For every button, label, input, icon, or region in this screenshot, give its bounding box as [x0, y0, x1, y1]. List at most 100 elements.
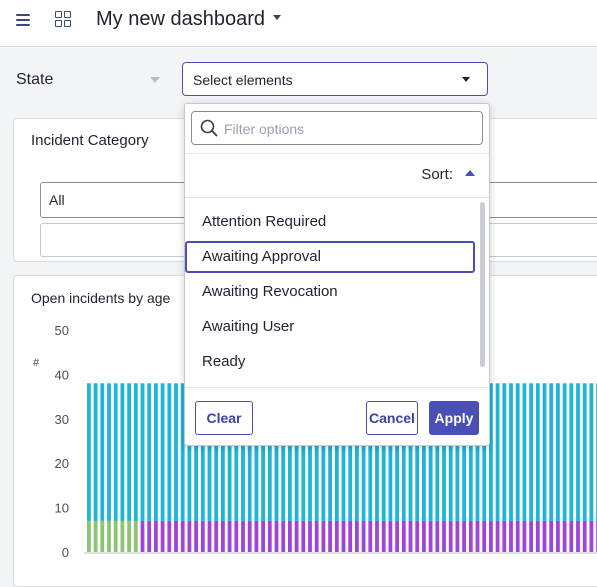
bar-segment-upper[interactable]: [515, 383, 520, 521]
bar-segment-lower[interactable]: [254, 520, 259, 552]
bar-segment-upper[interactable]: [582, 383, 587, 521]
bar-segment-upper[interactable]: [522, 383, 527, 521]
bar-segment-lower[interactable]: [100, 520, 105, 552]
bar-segment-lower[interactable]: [515, 520, 520, 552]
bar-segment-lower[interactable]: [368, 520, 373, 552]
bar-segment-lower[interactable]: [160, 520, 165, 552]
dashboard-title[interactable]: My new dashboard: [96, 8, 265, 31]
state-chevron-icon[interactable]: [150, 77, 160, 83]
bar-segment-lower[interactable]: [475, 520, 480, 552]
bar-segment-lower[interactable]: [542, 520, 547, 552]
bar-segment-lower[interactable]: [455, 520, 460, 552]
bar-segment-lower[interactable]: [207, 520, 212, 552]
bar-segment-upper[interactable]: [93, 383, 98, 521]
bar-segment-lower[interactable]: [267, 520, 272, 552]
bar-segment-lower[interactable]: [174, 520, 178, 552]
bar-segment-lower[interactable]: [87, 520, 91, 552]
bar-segment-upper[interactable]: [113, 383, 118, 521]
bar-segment-lower[interactable]: [328, 520, 332, 552]
bar-segment-lower[interactable]: [133, 520, 138, 552]
bar-segment-upper[interactable]: [549, 383, 554, 521]
bar-segment-upper[interactable]: [576, 383, 580, 521]
bar-segment-lower[interactable]: [522, 520, 527, 552]
bar-segment-lower[interactable]: [509, 520, 513, 552]
bar-segment-lower[interactable]: [569, 520, 574, 552]
option-awaiting-revocation[interactable]: Awaiting Revocation: [185, 276, 475, 308]
option-attention-required[interactable]: Attention Required: [185, 206, 475, 238]
bar-segment-lower[interactable]: [308, 520, 312, 552]
bar-segment-lower[interactable]: [334, 520, 339, 552]
bar-segment-lower[interactable]: [221, 520, 225, 552]
bar-segment-upper[interactable]: [160, 383, 165, 521]
bar-segment-lower[interactable]: [314, 520, 319, 552]
bar-segment-lower[interactable]: [261, 520, 265, 552]
filter-options-input[interactable]: Filter options: [191, 111, 483, 145]
bar-segment-upper[interactable]: [107, 383, 111, 521]
apply-button[interactable]: Apply: [429, 401, 479, 435]
bar-segment-lower[interactable]: [288, 520, 292, 552]
bar-segment-lower[interactable]: [93, 520, 98, 552]
bar-segment-lower[interactable]: [589, 520, 594, 552]
bar-segment-upper[interactable]: [100, 383, 105, 521]
bar-segment-upper[interactable]: [87, 383, 91, 521]
bar-segment-lower[interactable]: [348, 520, 353, 552]
bar-segment-lower[interactable]: [274, 520, 279, 552]
option-awaiting-approval[interactable]: Awaiting Approval: [185, 241, 475, 273]
bar-segment-upper[interactable]: [147, 383, 152, 521]
bar-segment-lower[interactable]: [154, 520, 158, 552]
bar-segment-lower[interactable]: [388, 520, 393, 552]
bar-segment-lower[interactable]: [301, 520, 306, 552]
bar-segment-lower[interactable]: [489, 520, 493, 552]
bar-segment-lower[interactable]: [147, 520, 152, 552]
bar-segment-upper[interactable]: [127, 383, 131, 521]
bar-segment-lower[interactable]: [214, 520, 219, 552]
bar-segment-upper[interactable]: [502, 383, 507, 521]
bar-segment-lower[interactable]: [482, 520, 487, 552]
bar-segment-lower[interactable]: [241, 520, 245, 552]
bar-segment-lower[interactable]: [415, 520, 420, 552]
bar-segment-lower[interactable]: [381, 520, 386, 552]
bar-segment-lower[interactable]: [107, 520, 111, 552]
state-select[interactable]: Select elements: [182, 62, 488, 96]
bar-segment-upper[interactable]: [120, 383, 125, 521]
bar-segment-lower[interactable]: [355, 520, 359, 552]
bar-segment-upper[interactable]: [133, 383, 138, 521]
option-awaiting-user[interactable]: Awaiting User: [185, 311, 475, 343]
bar-segment-lower[interactable]: [194, 520, 198, 552]
options-scrollbar[interactable]: [480, 202, 485, 367]
bar-segment-lower[interactable]: [127, 520, 131, 552]
bar-segment-lower[interactable]: [375, 520, 379, 552]
bar-segment-upper[interactable]: [529, 383, 533, 521]
bar-segment-lower[interactable]: [502, 520, 507, 552]
bar-segment-lower[interactable]: [200, 520, 205, 552]
bar-segment-lower[interactable]: [428, 520, 433, 552]
bar-segment-upper[interactable]: [556, 383, 560, 521]
bar-segment-lower[interactable]: [341, 520, 346, 552]
bar-segment-lower[interactable]: [495, 520, 500, 552]
bar-segment-lower[interactable]: [468, 520, 473, 552]
menu-icon[interactable]: [16, 14, 30, 29]
cancel-button[interactable]: Cancel: [366, 401, 418, 435]
bar-segment-lower[interactable]: [167, 520, 172, 552]
bar-segment-lower[interactable]: [180, 520, 185, 552]
bar-segment-lower[interactable]: [281, 520, 286, 552]
bar-segment-lower[interactable]: [321, 520, 326, 552]
bar-segment-lower[interactable]: [401, 520, 406, 552]
bar-segment-lower[interactable]: [448, 520, 453, 552]
option-ready[interactable]: Ready: [185, 346, 475, 378]
bar-segment-lower[interactable]: [361, 520, 366, 552]
bar-segment-lower[interactable]: [435, 520, 440, 552]
bar-segment-upper[interactable]: [589, 383, 594, 521]
sort-label[interactable]: Sort:: [421, 166, 453, 183]
bar-segment-lower[interactable]: [294, 520, 299, 552]
bar-segment-lower[interactable]: [576, 520, 580, 552]
bar-segment-upper[interactable]: [562, 383, 567, 521]
bar-segment-upper[interactable]: [495, 383, 500, 521]
bar-segment-lower[interactable]: [462, 520, 466, 552]
bar-segment-lower[interactable]: [442, 520, 446, 552]
clear-button[interactable]: Clear: [195, 401, 253, 435]
bar-segment-lower[interactable]: [529, 520, 533, 552]
bar-segment-lower[interactable]: [247, 520, 252, 552]
bar-segment-lower[interactable]: [140, 520, 145, 552]
bar-segment-upper[interactable]: [167, 383, 172, 521]
